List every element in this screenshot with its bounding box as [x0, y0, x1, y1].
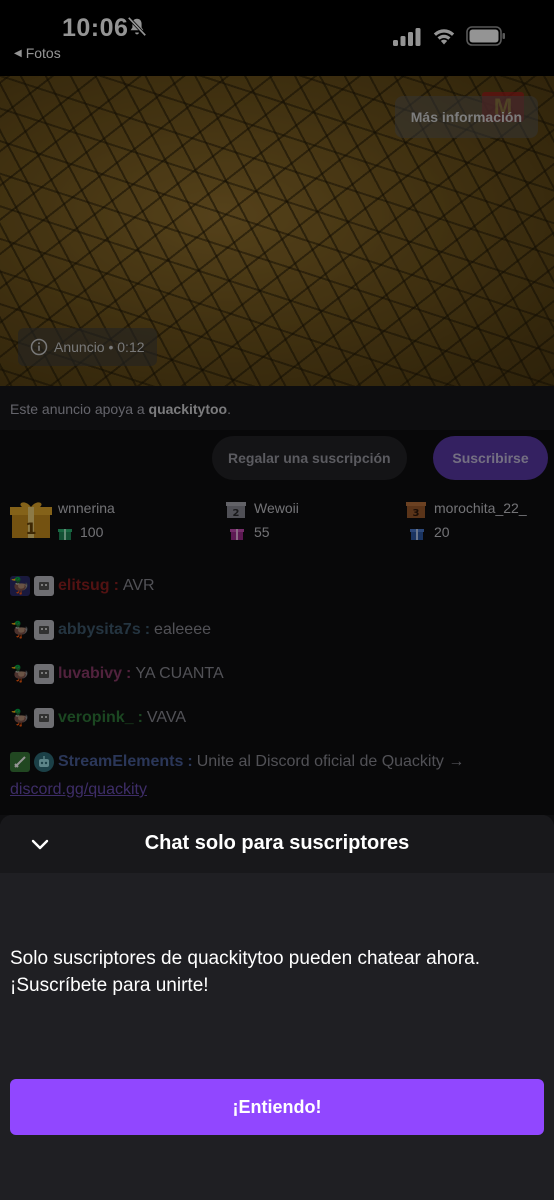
chat-link-line: discord.gg/quackity — [10, 781, 147, 799]
ad-support-prefix: Este anuncio apoya a — [10, 401, 149, 417]
chat-username[interactable]: abbysita7s — [58, 621, 141, 639]
back-label: Fotos — [25, 45, 61, 61]
understood-button[interactable]: ¡Entiendo! — [10, 1079, 544, 1135]
gift-leaderboard: 1 wnnerina 100 2 Wewoii 55 3 morochita_2… — [0, 488, 554, 554]
bot-face-badge-icon — [34, 664, 54, 684]
gift-rank-1-icon: 1 — [10, 502, 52, 538]
chat-message[interactable]: 🦆 luvabivy: YA CUANTA — [10, 664, 224, 684]
chat-text: AVR — [122, 577, 155, 594]
gift-icon — [410, 529, 424, 540]
subscription-actions: Regalar una suscripción Suscribirse — [0, 430, 554, 488]
chat-username[interactable]: luvabivy — [58, 665, 122, 683]
bell-muted-icon — [127, 16, 147, 37]
back-to-photos[interactable]: ◀ Fotos — [14, 45, 61, 61]
sheet-message: Solo suscriptores de quackitytoo pueden … — [10, 948, 481, 996]
wifi-icon — [433, 29, 455, 45]
chat-text: VAVA — [146, 709, 187, 726]
more-info-button[interactable]: Más información — [394, 96, 538, 138]
ad-label: Anuncio • 0:12 — [54, 339, 145, 355]
svg-text:1: 1 — [25, 519, 36, 538]
svg-text:2: 2 — [233, 508, 240, 518]
sheet-header: Chat solo para suscriptores — [0, 815, 554, 873]
chat-message[interactable]: StreamElements: Unite al Discord oficial… — [10, 752, 464, 772]
subscribe-button[interactable]: Suscribirse — [433, 436, 548, 480]
robot-badge-icon — [34, 752, 54, 772]
gift-rank-3-icon: 3 — [406, 502, 426, 518]
leader-name: morochita_22_ — [434, 500, 527, 516]
leader-count: 100 — [80, 524, 104, 540]
gift-icon — [230, 529, 244, 540]
ad-support-suffix: . — [227, 401, 232, 417]
duck-badge-icon: 🦆 — [10, 710, 30, 727]
leader-count: 20 — [434, 524, 450, 540]
bot-face-badge-icon — [34, 576, 54, 596]
cellular-signal-icon — [393, 28, 421, 46]
battery-icon — [466, 26, 505, 46]
chat-messages: 🦆 elitsug: AVR 🦆 abbysita7s: ealeeee 🦆 l… — [0, 554, 554, 816]
back-arrow-icon: ◀ — [14, 47, 22, 59]
moderator-sword-badge-icon — [10, 752, 30, 772]
sub-badge-icon: 🦆 — [10, 576, 30, 596]
gift-sub-button[interactable]: Regalar una suscripción — [212, 436, 407, 480]
gift-icon — [58, 529, 72, 540]
chat-message[interactable]: 🦆 elitsug: AVR — [10, 576, 155, 596]
chat-username[interactable]: veropink_ — [58, 709, 134, 727]
subscribers-only-sheet: Chat solo para suscriptores Solo suscrip… — [0, 815, 554, 1200]
ad-support-text: Este anuncio apoya a quackitytoo. — [0, 386, 554, 430]
chat-message[interactable]: 🦆 veropink_: VAVA — [10, 708, 186, 728]
info-icon — [30, 338, 48, 356]
chat-message[interactable]: 🦆 abbysita7s: ealeeee — [10, 620, 211, 640]
bot-face-badge-icon — [34, 708, 54, 728]
chat-text: YA CUANTA — [135, 665, 224, 682]
duck-badge-icon: 🦆 — [10, 622, 30, 639]
status-bar: 10:06 ◀ Fotos — [0, 0, 554, 76]
ad-support-channel: quackitytoo — [148, 401, 228, 417]
svg-text:3: 3 — [413, 508, 420, 518]
leader-name: Wewoii — [254, 500, 299, 516]
chat-text: Unite al Discord oficial de Quackity → — [196, 753, 465, 770]
bot-face-badge-icon — [34, 620, 54, 640]
chat-username[interactable]: StreamElements — [58, 753, 183, 771]
ad-timer-badge: Anuncio • 0:12 — [18, 328, 157, 366]
leader-count: 55 — [254, 524, 270, 540]
chat-text: ealeeee — [154, 621, 211, 638]
clock: 10:06 — [62, 14, 129, 42]
duck-badge-icon: 🦆 — [10, 666, 30, 683]
discord-link[interactable]: discord.gg/quackity — [10, 781, 147, 799]
ad-video-player[interactable]: M Más información Anuncio • 0:12 — [0, 76, 554, 386]
gift-rank-2-icon: 2 — [226, 502, 246, 518]
chat-username[interactable]: elitsug — [58, 577, 110, 595]
leader-name: wnnerina — [58, 500, 115, 516]
sheet-title: Chat solo para suscriptores — [144, 832, 410, 854]
